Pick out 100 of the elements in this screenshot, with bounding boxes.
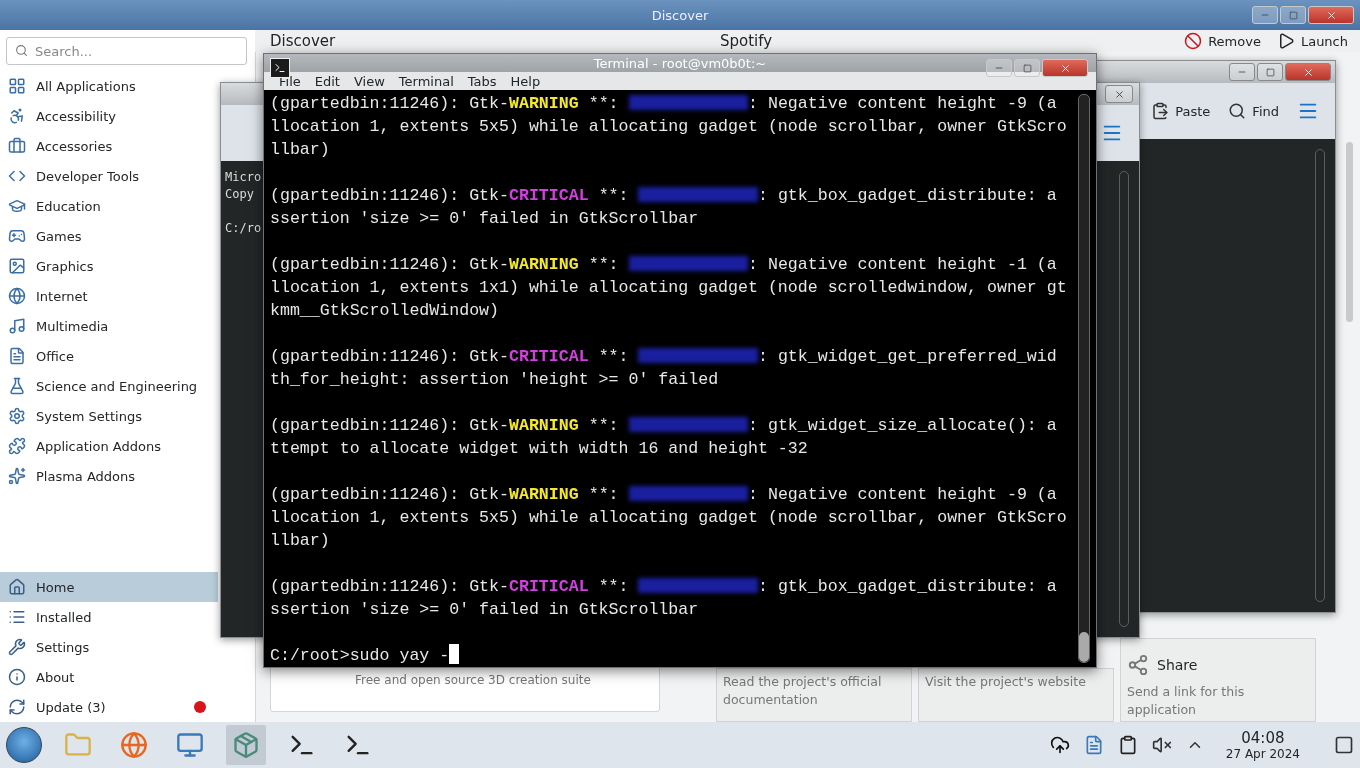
menu-item[interactable]: Edit xyxy=(307,73,347,89)
nav-label: Installed xyxy=(36,609,92,625)
category-item[interactable]: Accessibility xyxy=(0,101,212,131)
scrollbar[interactable] xyxy=(1346,142,1353,322)
action-button[interactable]: Launch xyxy=(1272,30,1352,52)
puzzle-icon xyxy=(8,437,26,455)
nav-item[interactable]: Settings xyxy=(0,632,218,662)
console-text: C:/ro xyxy=(225,220,262,237)
close-icon xyxy=(1302,66,1314,78)
category-item[interactable]: System Settings xyxy=(0,401,212,431)
sparkles-icon xyxy=(8,467,26,485)
log-line: (gpartedbin:11246): Gtk-WARNING **: : Negative content height -9 (allocation 1, extents 5x5) while allocating gadget (node scrollbar, owner GtkScrollbar) xyxy=(270,93,1067,161)
card-description: Visit the project's website xyxy=(925,673,1087,691)
info-icon xyxy=(8,668,26,686)
globe-icon xyxy=(120,731,148,759)
start-button[interactable] xyxy=(6,727,42,763)
nav-label: Update (3) xyxy=(36,699,106,715)
document-icon xyxy=(8,347,26,365)
minimize-button[interactable] xyxy=(1252,6,1278,24)
clock[interactable]: 04:08 27 Apr 2024 xyxy=(1225,729,1300,761)
console-text: Micro xyxy=(225,169,262,186)
minimize-button[interactable] xyxy=(1229,63,1255,81)
minimize-button[interactable] xyxy=(986,59,1012,77)
flask-icon xyxy=(8,377,26,395)
card-description: Read the project's official documentation xyxy=(723,673,883,709)
card-description: Send a link for this application xyxy=(1127,683,1246,719)
toolbar-button[interactable]: Paste xyxy=(1151,102,1211,120)
scrollbar[interactable] xyxy=(1078,94,1090,663)
nav-item[interactable]: Update (3) xyxy=(0,692,218,722)
clipboard-icon xyxy=(1151,102,1170,120)
search-field[interactable]: Search... xyxy=(6,37,247,65)
nav-item[interactable]: About xyxy=(0,662,218,692)
grid-icon xyxy=(8,77,26,95)
close-button[interactable] xyxy=(1105,85,1133,103)
accessibility-icon xyxy=(8,107,26,125)
card-title: Share xyxy=(1157,657,1198,673)
category-item[interactable]: Application Addons xyxy=(0,431,212,461)
log-line: (gpartedbin:11246): Gtk-WARNING **: : gtk_widget_size_allocate(): attempt to allocate widget with width 16 and height -32 xyxy=(270,415,1058,460)
nav-label: Settings xyxy=(36,639,90,655)
folder-icon xyxy=(64,731,92,759)
search-icon xyxy=(15,44,28,57)
maximize-button[interactable] xyxy=(1257,63,1283,81)
menu-item[interactable]: Help xyxy=(503,73,548,89)
ban-icon xyxy=(1184,32,1203,50)
show-desktop-icon xyxy=(1334,735,1354,755)
refresh-icon xyxy=(8,698,26,716)
house-icon xyxy=(8,578,26,596)
category-item[interactable]: Plasma Addons xyxy=(0,461,212,491)
category-item[interactable]: Office xyxy=(0,341,212,371)
toolbar-button[interactable]: Find xyxy=(1228,102,1279,120)
maximize-icon xyxy=(1288,10,1298,20)
window-title: Discover xyxy=(651,7,709,23)
cloud-icon xyxy=(1049,735,1070,755)
menu-item[interactable]: Tabs xyxy=(460,73,504,89)
category-item[interactable]: All Applications xyxy=(0,71,212,101)
log-line: (gpartedbin:11246): Gtk-CRITICAL **: : gtk_box_gadget_distribute: assertion 'size >= 0' failed in GtkScrollbar xyxy=(270,576,1058,621)
maximize-button[interactable] xyxy=(1280,6,1306,24)
maximize-icon xyxy=(1265,67,1275,77)
category-item[interactable]: Multimedia xyxy=(0,311,212,341)
category-item[interactable]: Education xyxy=(0,191,212,221)
globe-icon xyxy=(8,287,26,305)
link-card[interactable]: Read the project's official documentation xyxy=(716,668,912,722)
graduation-cap-icon xyxy=(8,197,26,215)
command-prompt: C:/root>sudo yay - xyxy=(270,646,450,665)
app-title: Spotify xyxy=(720,32,774,50)
close-icon xyxy=(1113,88,1125,100)
search-icon xyxy=(1228,102,1247,120)
link-card[interactable]: Visit the project's website xyxy=(918,668,1114,722)
category-item[interactable]: Science and Engineering xyxy=(0,371,212,401)
nav-item[interactable]: Home xyxy=(0,572,218,602)
settings-icon xyxy=(8,407,26,425)
category-item[interactable]: Games xyxy=(0,221,212,251)
category-item[interactable]: Internet xyxy=(0,281,212,311)
category-item[interactable]: Developer Tools xyxy=(0,161,212,191)
log-line: (gpartedbin:11246): Gtk-CRITICAL **: : gtk_widget_get_preferred_width_for_height: assertion 'height >= 0' failed xyxy=(270,346,1058,391)
addon-description: Free and open source 3D creation suite xyxy=(355,673,591,687)
clock-date: 27 Apr 2024 xyxy=(1225,747,1300,761)
log-line: (gpartedbin:11246): Gtk-CRITICAL **: : gtk_box_gadget_distribute: assertion 'size >= 0' failed in GtkScrollbar xyxy=(270,185,1058,230)
window-title: Terminal - root@vm0b0t:~ xyxy=(593,55,767,71)
monitor-icon xyxy=(176,731,204,759)
wrench-icon xyxy=(8,638,26,656)
menu-item[interactable]: View xyxy=(346,73,392,89)
list-icon xyxy=(8,608,26,626)
share-icon xyxy=(1127,654,1149,676)
action-button[interactable]: Remove xyxy=(1180,30,1265,52)
music-icon xyxy=(8,317,26,335)
menu-item[interactable]: Terminal xyxy=(391,73,461,89)
category-item[interactable]: Graphics xyxy=(0,251,212,281)
maximize-icon xyxy=(1022,63,1032,73)
close-button[interactable] xyxy=(1285,63,1331,81)
nav-item[interactable]: Installed xyxy=(0,602,218,632)
log-line: (gpartedbin:11246): Gtk-WARNING **: : Negative content height -9 (allocation 1, extents 5x5) while allocating gadget (node scrollbar, owner GtkScrollbar) xyxy=(270,484,1067,552)
link-card[interactable]: Share Send a link for this application xyxy=(1120,638,1316,722)
nav-label: About xyxy=(36,669,75,685)
clock-time: 04:08 xyxy=(1241,729,1285,747)
package-icon xyxy=(232,731,260,759)
close-button[interactable] xyxy=(1308,6,1354,24)
category-item[interactable]: Accessories xyxy=(0,131,212,161)
close-button[interactable] xyxy=(1042,59,1088,77)
image-icon xyxy=(8,257,26,275)
